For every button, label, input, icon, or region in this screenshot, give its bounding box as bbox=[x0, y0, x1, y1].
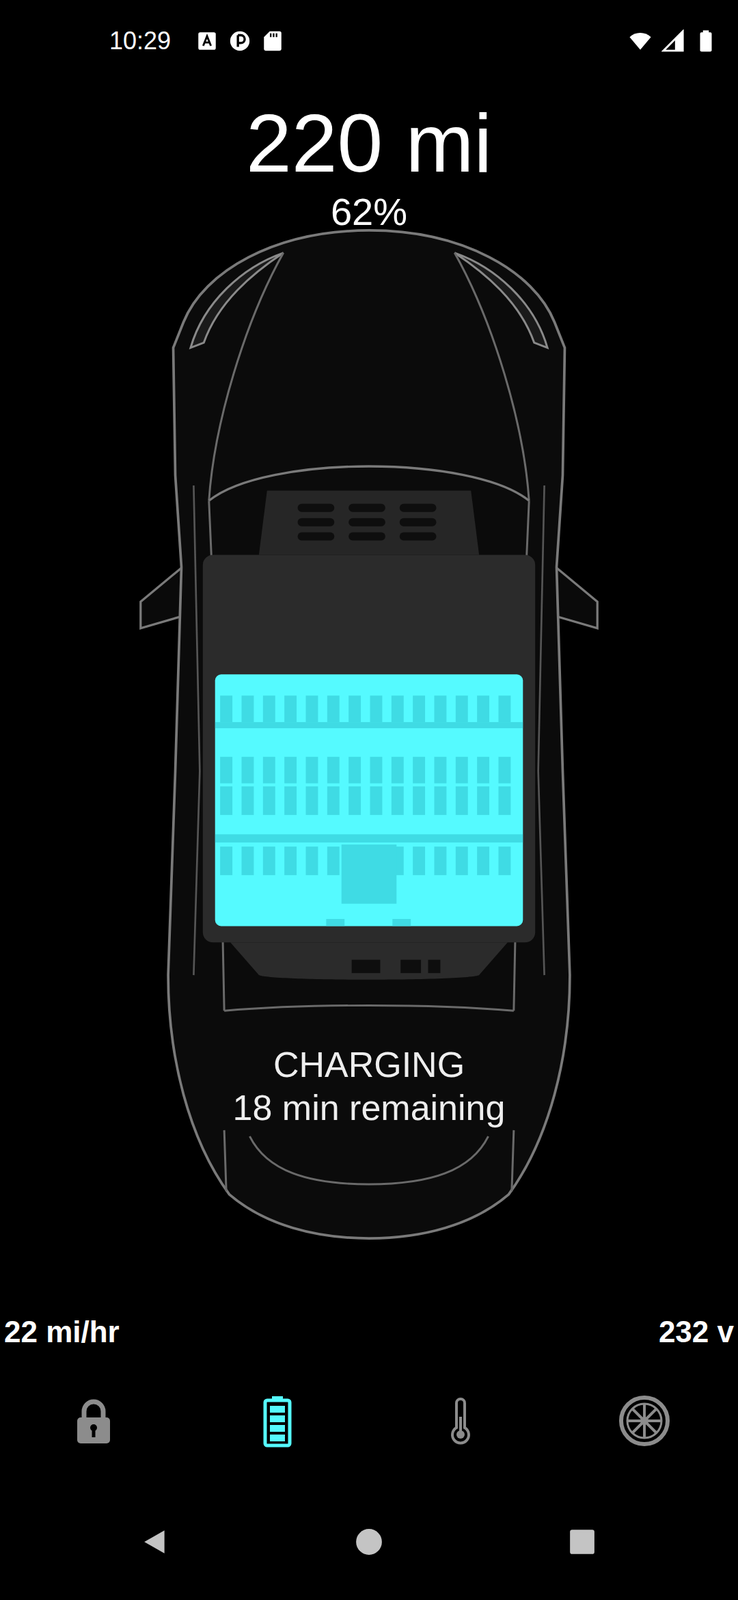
lock-icon bbox=[66, 1392, 121, 1448]
tab-button[interactable] bbox=[185, 1351, 370, 1489]
wifi-icon bbox=[628, 29, 652, 53]
status-bar: 10:29 bbox=[0, 0, 738, 82]
navigation-bar bbox=[0, 1488, 738, 1599]
sd-card-icon bbox=[261, 29, 285, 53]
charge-remaining: 18 min remaining bbox=[139, 1085, 599, 1129]
recents-icon[interactable] bbox=[567, 1526, 597, 1556]
back-icon[interactable] bbox=[141, 1526, 171, 1556]
charge-voltage: 232 v bbox=[658, 1314, 734, 1349]
tab-button[interactable] bbox=[2, 1351, 186, 1489]
signal-icon bbox=[661, 29, 685, 53]
home-icon[interactable] bbox=[354, 1526, 384, 1556]
tab-bar bbox=[0, 1351, 738, 1489]
notification-circle-icon bbox=[228, 29, 252, 53]
car-view: CHARGING 18 min remaining bbox=[139, 228, 599, 1240]
battery-icon bbox=[250, 1392, 305, 1448]
range-block: 220 mi 62% bbox=[0, 82, 738, 233]
status-time: 10:29 bbox=[109, 26, 171, 56]
range-percent: 62% bbox=[330, 191, 408, 233]
thermometer-icon bbox=[433, 1392, 488, 1448]
range-distance: 220 mi bbox=[246, 98, 492, 188]
charge-rate: 22 mi/hr bbox=[4, 1314, 120, 1349]
ev-app-screen: 10:29 220 mi 62% CHARGING 18 min remaini… bbox=[0, 0, 738, 1599]
tab-button[interactable] bbox=[369, 1351, 553, 1489]
wheel-icon bbox=[617, 1392, 672, 1448]
charge-state: CHARGING bbox=[139, 1042, 599, 1086]
battery-fill bbox=[215, 673, 524, 926]
battery-status-icon bbox=[694, 29, 718, 53]
notification-app-icon bbox=[195, 29, 219, 53]
charge-status: CHARGING 18 min remaining bbox=[139, 1042, 599, 1129]
tab-button[interactable] bbox=[552, 1351, 737, 1489]
stats-row: 22 mi/hr 232 v bbox=[0, 1310, 738, 1352]
